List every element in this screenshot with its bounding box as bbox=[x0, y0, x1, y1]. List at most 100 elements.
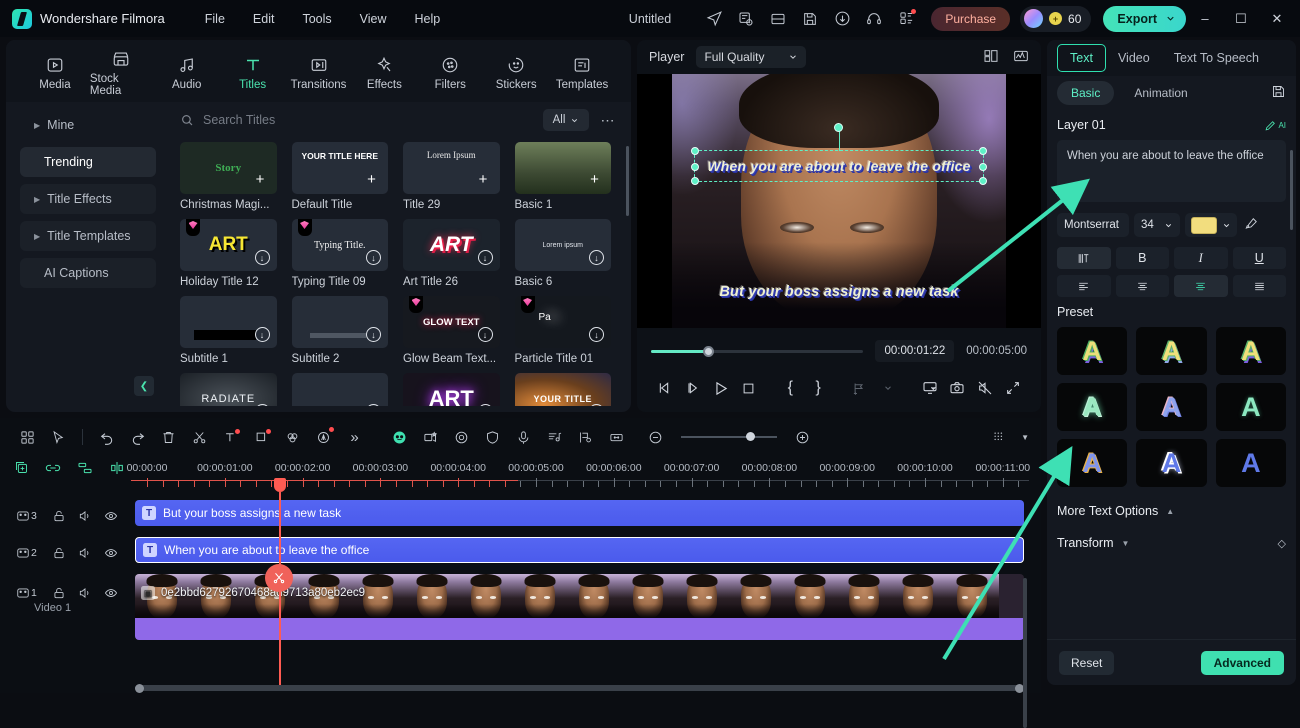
add-icon[interactable]: + bbox=[475, 171, 492, 188]
download-icon[interactable]: ↓ bbox=[255, 327, 270, 342]
title-card[interactable]: Typing Title. ↓ Typing Title 09 bbox=[292, 219, 389, 288]
minimize-button[interactable]: – bbox=[1188, 0, 1222, 37]
font-family-dropdown[interactable]: Montserrat bbox=[1057, 213, 1129, 237]
overlay-text-bottom[interactable]: But your boss assigns a new task bbox=[672, 284, 1006, 300]
bold-button[interactable]: B bbox=[1116, 247, 1170, 269]
title-card[interactable]: ↓ Subtitle 1 bbox=[180, 296, 277, 365]
inspector-scrollbar[interactable] bbox=[1290, 150, 1293, 230]
preset-item[interactable]: A bbox=[1057, 383, 1127, 431]
text-content-input[interactable]: When you are about to leave the office bbox=[1057, 140, 1286, 202]
title-card[interactable]: ↓ Subtitle 2 bbox=[292, 296, 389, 365]
horizontal-scrollbar[interactable] bbox=[135, 685, 1024, 691]
zoom-in-icon[interactable] bbox=[787, 422, 818, 452]
play-button[interactable] bbox=[707, 374, 735, 402]
playhead-handle[interactable] bbox=[274, 478, 286, 492]
resize-handle-tl[interactable] bbox=[691, 147, 699, 155]
download-icon[interactable]: ↓ bbox=[366, 404, 381, 406]
link-icon[interactable] bbox=[45, 460, 61, 479]
ai-write-icon[interactable]: AI bbox=[1264, 119, 1286, 132]
transform-row[interactable]: Transform ▼ ◇ bbox=[1057, 527, 1286, 559]
download-icon[interactable]: ↓ bbox=[589, 250, 604, 265]
align-justify-button[interactable] bbox=[1233, 275, 1287, 297]
fullscreen-button[interactable] bbox=[999, 374, 1027, 402]
category-templates[interactable]: Templates bbox=[551, 52, 613, 91]
seek-slider[interactable] bbox=[651, 350, 863, 353]
ai-portrait-icon[interactable] bbox=[384, 422, 415, 452]
download-icon[interactable]: ↓ bbox=[366, 250, 381, 265]
ai-tools-icon[interactable] bbox=[308, 422, 339, 452]
title-card[interactable]: Pa ↓ Particle Title 01 bbox=[515, 296, 612, 365]
avatar[interactable] bbox=[1024, 9, 1043, 28]
eyedropper-icon[interactable] bbox=[1244, 217, 1258, 234]
cursor-select-icon[interactable] bbox=[43, 422, 74, 452]
menu-file[interactable]: File bbox=[191, 7, 239, 31]
add-icon[interactable]: + bbox=[586, 171, 603, 188]
prev-frame-button[interactable] bbox=[651, 374, 679, 402]
advanced-button[interactable]: Advanced bbox=[1201, 651, 1284, 675]
preset-item[interactable]: A bbox=[1216, 439, 1286, 487]
marker-dropdown-icon[interactable] bbox=[874, 374, 902, 402]
lock-icon[interactable] bbox=[46, 546, 72, 560]
lock-icon[interactable] bbox=[46, 509, 72, 523]
more-chevrons-icon[interactable]: » bbox=[339, 422, 370, 452]
layouts-icon[interactable] bbox=[12, 422, 43, 452]
title-card[interactable]: YOUR TITLE HERE + Default Title bbox=[292, 142, 389, 211]
download-icon[interactable]: ↓ bbox=[366, 327, 381, 342]
category-media[interactable]: Media bbox=[24, 52, 86, 91]
color-swatch[interactable] bbox=[1191, 217, 1217, 234]
scope-icon[interactable] bbox=[1013, 48, 1029, 67]
sidebar-item-title-effects[interactable]: ▶ Title Effects bbox=[20, 184, 156, 214]
text-selection-box[interactable] bbox=[694, 150, 984, 182]
category-stock-media[interactable]: Stock Media bbox=[90, 46, 152, 97]
menu-tools[interactable]: Tools bbox=[288, 7, 345, 31]
download-icon[interactable]: ↓ bbox=[255, 404, 270, 406]
fit-timeline-icon[interactable] bbox=[601, 422, 632, 452]
resize-handle-br[interactable] bbox=[979, 177, 987, 185]
title-card[interactable]: RADIATE ↓ bbox=[180, 373, 277, 406]
preset-item[interactable]: A bbox=[1057, 439, 1127, 487]
tab-text-to-speech[interactable]: Text To Speech bbox=[1162, 45, 1271, 71]
download-icon[interactable]: ↓ bbox=[478, 250, 493, 265]
resize-handle-bl[interactable] bbox=[691, 177, 699, 185]
split-scissors-icon[interactable] bbox=[184, 422, 215, 452]
close-button[interactable]: ✕ bbox=[1260, 0, 1294, 37]
preset-item[interactable]: A bbox=[1136, 383, 1206, 431]
rotate-handle[interactable] bbox=[834, 123, 843, 132]
keyframe-diamond-icon[interactable]: ◇ bbox=[1278, 537, 1286, 550]
record-voiceover-icon[interactable] bbox=[508, 422, 539, 452]
title-card[interactable]: YOUR TITLE ↓ bbox=[515, 373, 612, 406]
quality-dropdown[interactable]: Full Quality bbox=[696, 46, 806, 68]
credits-indicator[interactable]: + 60 bbox=[1020, 6, 1091, 32]
title-card[interactable]: GLOW TEXT ↓ Glow Beam Text... bbox=[403, 296, 500, 365]
italic-button[interactable]: I bbox=[1174, 247, 1228, 269]
resize-handle-tr[interactable] bbox=[979, 147, 987, 155]
preset-item[interactable]: A bbox=[1136, 439, 1206, 487]
upload-cloud-icon[interactable] bbox=[827, 4, 857, 34]
lock-icon[interactable] bbox=[46, 586, 72, 600]
marker-icon[interactable] bbox=[570, 422, 601, 452]
category-audio[interactable]: Audio bbox=[156, 52, 218, 91]
timeline-ruler[interactable]: 00:00:0000:00:01:0000:00:02:0000:00:03:0… bbox=[0, 456, 1041, 492]
title-card[interactable]: Story + Christmas Magi... bbox=[180, 142, 277, 211]
delete-icon[interactable] bbox=[153, 422, 184, 452]
title-card[interactable]: ↓ bbox=[292, 373, 389, 406]
text-tool-icon[interactable] bbox=[215, 422, 246, 452]
tab-video[interactable]: Video bbox=[1106, 45, 1162, 71]
mark-in-button[interactable]: { bbox=[776, 374, 804, 402]
save-icon[interactable] bbox=[795, 4, 825, 34]
category-filters[interactable]: Filters bbox=[419, 52, 481, 91]
download-icon[interactable]: ↓ bbox=[478, 404, 493, 406]
stop-button[interactable] bbox=[735, 374, 763, 402]
more-text-options-row[interactable]: More Text Options ▲ bbox=[1057, 495, 1286, 527]
send-icon[interactable] bbox=[699, 4, 729, 34]
vertical-scrollbar[interactable] bbox=[1023, 578, 1027, 728]
collapse-sidebar-button[interactable]: ❮ bbox=[134, 376, 154, 396]
resize-handle-l[interactable] bbox=[691, 163, 699, 171]
preset-item[interactable]: A bbox=[1216, 327, 1286, 375]
subtab-basic[interactable]: Basic bbox=[1057, 81, 1114, 105]
download-icon[interactable]: ↓ bbox=[589, 404, 604, 406]
layout-icon[interactable] bbox=[763, 4, 793, 34]
apps-grid-icon[interactable] bbox=[891, 4, 921, 34]
undo-icon[interactable] bbox=[91, 422, 122, 452]
add-track-icon[interactable] bbox=[14, 460, 29, 479]
